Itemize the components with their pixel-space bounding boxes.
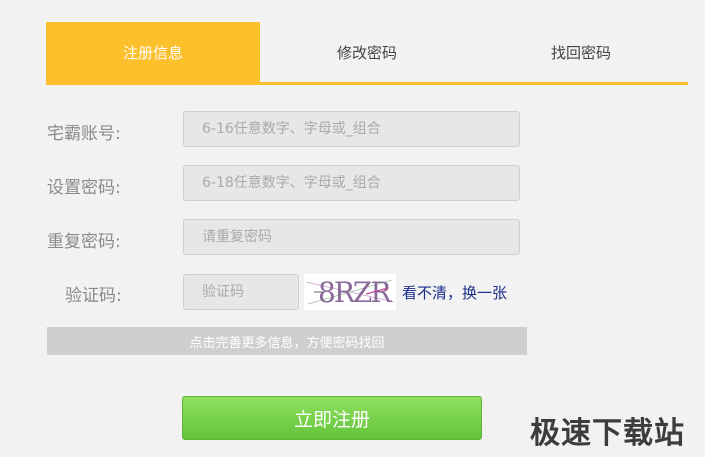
tab-register-info[interactable]: 注册信息 [46, 22, 260, 82]
password-input[interactable] [183, 165, 520, 201]
tab-recover-password[interactable]: 找回密码 [474, 22, 688, 82]
captcha-input[interactable] [183, 274, 299, 310]
repeat-password-label: 重复密码: [47, 232, 121, 252]
password-label: 设置密码: [47, 178, 121, 198]
captcha-image[interactable]: 8RZR [304, 274, 396, 310]
captcha-refresh-link[interactable]: 看不清，换一张 [402, 282, 507, 303]
register-button[interactable]: 立即注册 [182, 396, 482, 440]
watermark-logo: 极速下载站 [530, 416, 685, 451]
account-label: 宅霸账号: [47, 124, 121, 144]
more-info-bar[interactable]: 点击完善更多信息，方便密码找回 [47, 327, 527, 355]
tab-bar: 注册信息 修改密码 找回密码 [46, 22, 688, 85]
tab-change-password[interactable]: 修改密码 [260, 22, 474, 82]
captcha-text: 8RZR [318, 276, 392, 309]
account-input[interactable] [183, 111, 520, 147]
repeat-password-input[interactable] [183, 219, 520, 255]
captcha-label: 验证码: [65, 286, 122, 306]
